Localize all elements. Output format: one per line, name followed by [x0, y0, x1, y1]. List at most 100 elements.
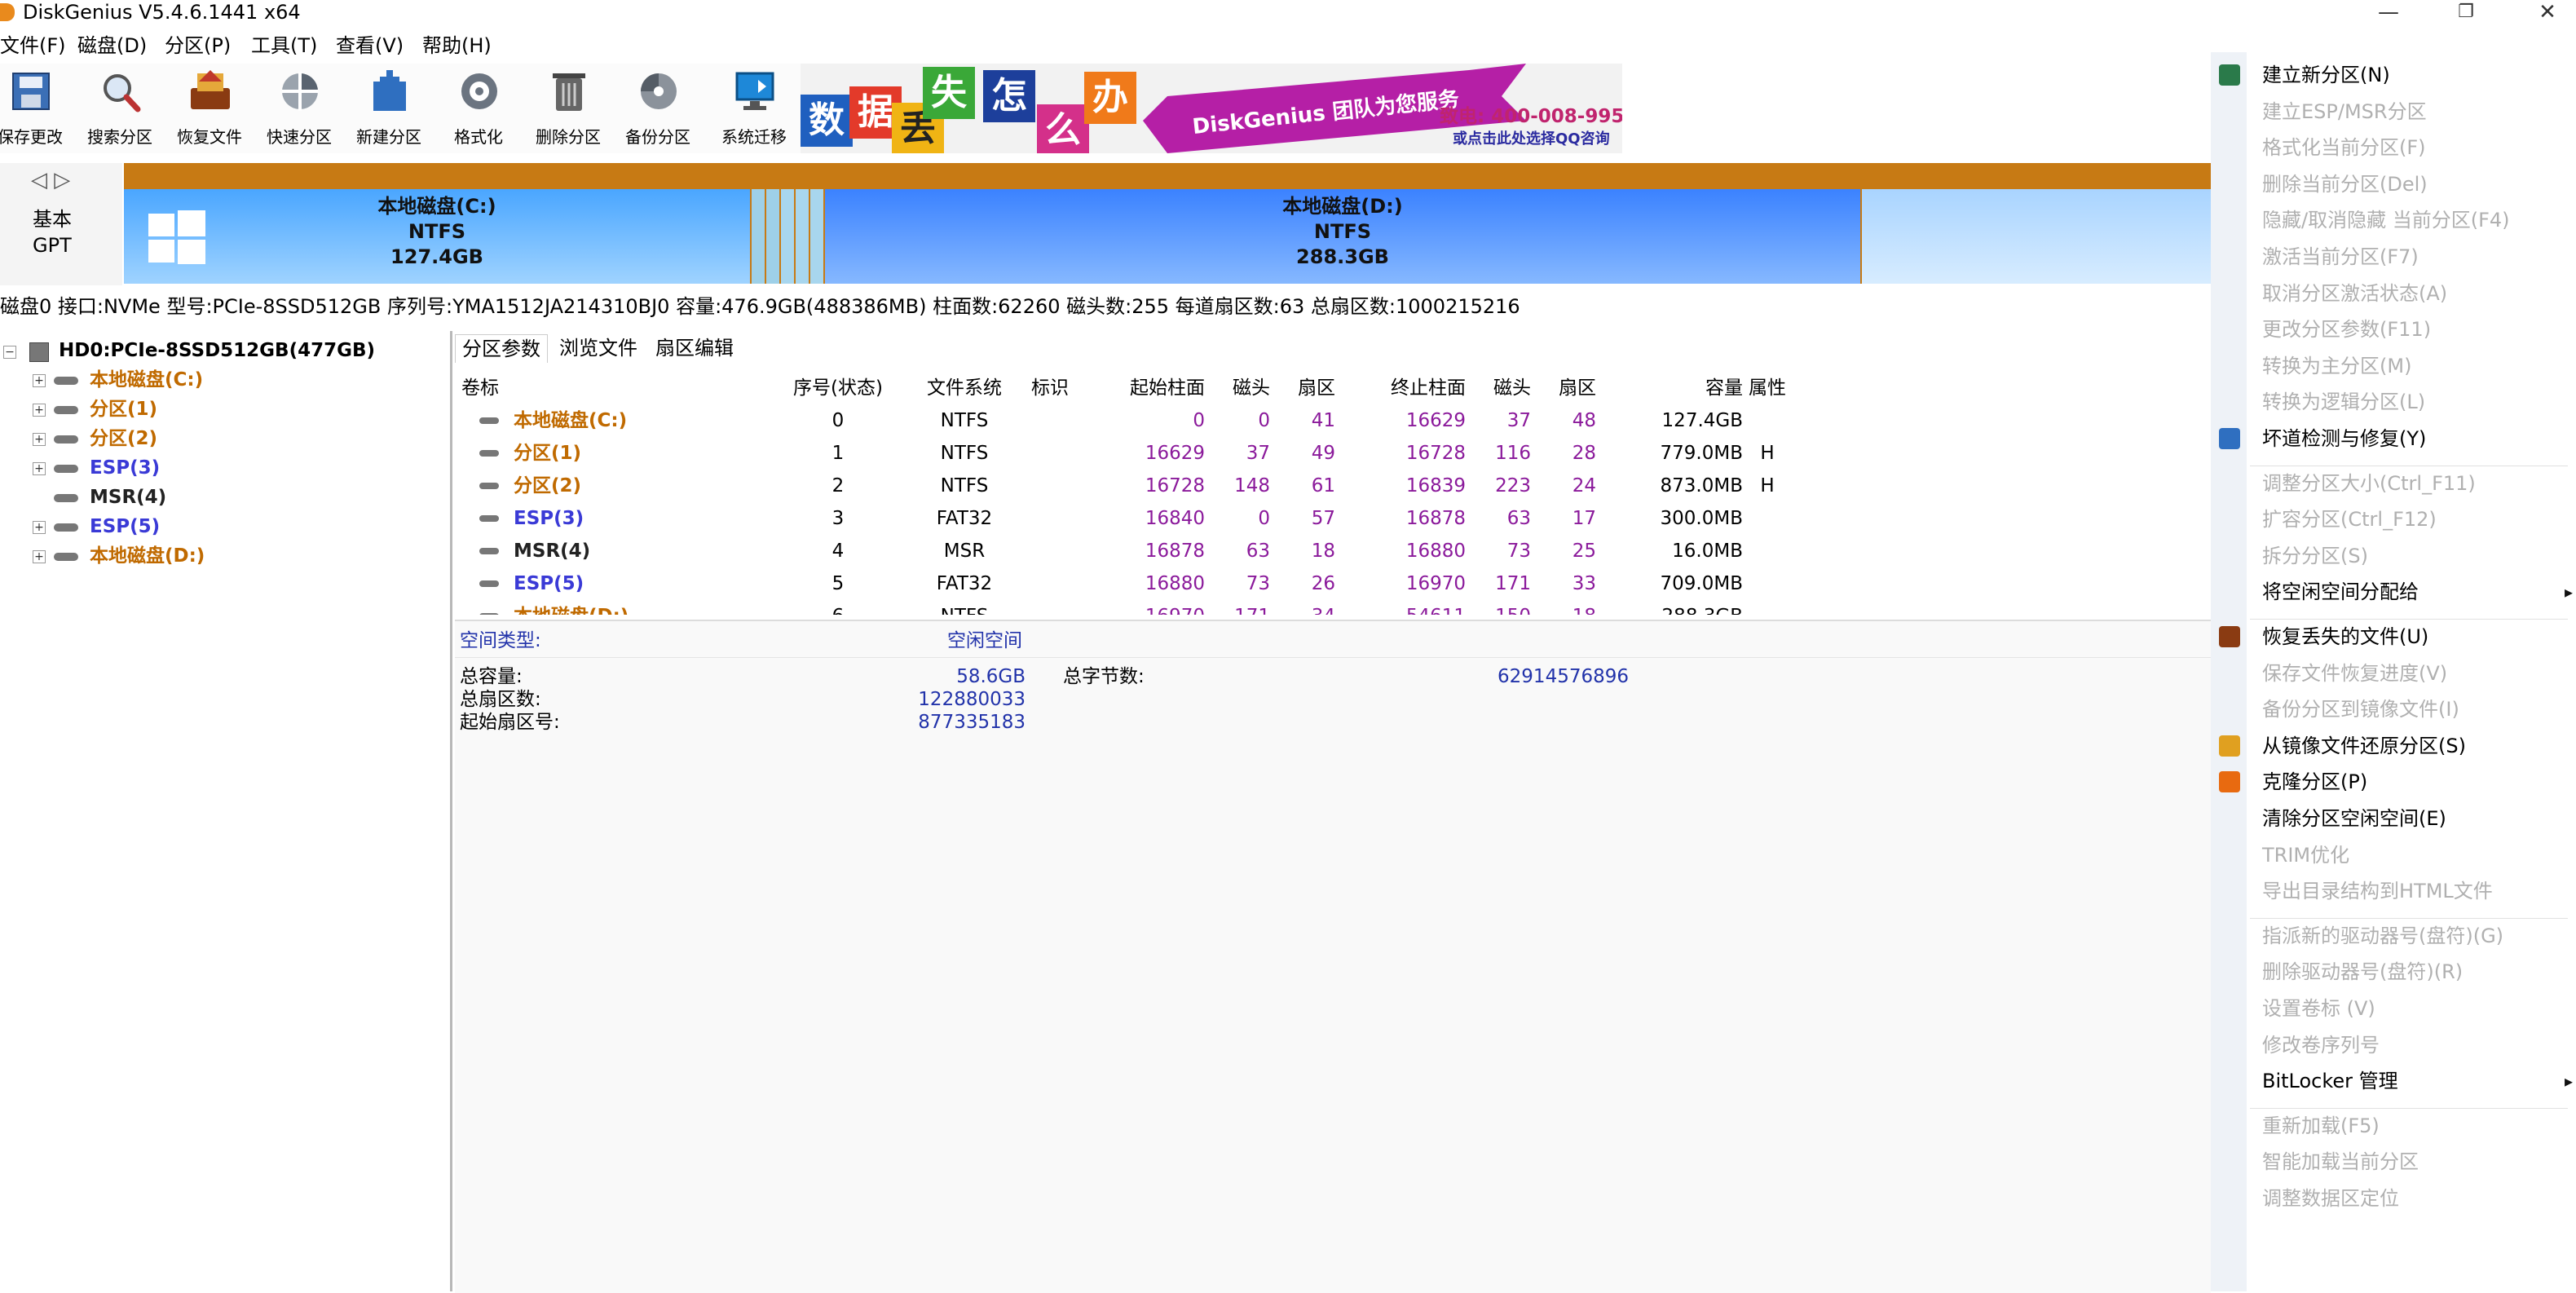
tree-collapse-toggle[interactable]: −	[3, 346, 16, 359]
table-cell: 6	[781, 600, 895, 615]
tree-root-disk[interactable]: HD0:PCIe-8SSD512GB(477GB)	[59, 336, 375, 365]
tree-expand-toggle[interactable]: +	[33, 404, 46, 417]
context-menu-item[interactable]: 重新加载(F5)	[2262, 1113, 2380, 1139]
context-menu-item[interactable]: 激活当前分区(F7)	[2262, 244, 2419, 270]
context-menu-item[interactable]: 调整分区大小(Ctrl_F11)	[2262, 470, 2476, 496]
context-menu-item[interactable]: 克隆分区(P)	[2262, 769, 2367, 795]
tab-partition-params[interactable]: 分区参数	[455, 334, 548, 363]
tree-expand-toggle[interactable]: +	[33, 462, 46, 475]
partition-esp5-block[interactable]	[810, 189, 823, 284]
menu-help[interactable]: 帮助(H)	[422, 31, 492, 60]
monitor-icon	[735, 72, 774, 110]
table-row[interactable]: 分区(1) 1 NTFS 16629 37 49 16728 116 28 779.0MB H	[455, 437, 2211, 470]
table-cell: 16880	[1145, 573, 1205, 594]
context-menu-item[interactable]: 建立ESP/MSR分区	[2262, 99, 2427, 125]
tree-partition-item[interactable]: 本地磁盘(D:)	[90, 541, 205, 571]
table-cell: 150	[1474, 600, 1531, 615]
tab-sector-edit[interactable]: 扇区编辑	[649, 334, 740, 362]
promo-banner[interactable]: 数 据 丢 失 怎 么 办 DiskGenius 团队为您服务 致电: 400-…	[801, 64, 1622, 153]
context-menu-item[interactable]: 修改卷序列号	[2262, 1032, 2380, 1058]
context-menu-item[interactable]: 转换为逻辑分区(L)	[2262, 389, 2425, 415]
menu-disk[interactable]: 磁盘(D)	[77, 31, 147, 60]
tree-partition-item[interactable]: ESP(5)	[90, 512, 160, 541]
tab-browse-files[interactable]: 浏览文件	[553, 334, 644, 362]
partition-drive-icon	[54, 553, 78, 561]
table-cell: 73	[1246, 573, 1270, 594]
context-menu-item[interactable]: 删除当前分区(Del)	[2262, 171, 2428, 197]
disk-info-bar: 磁盘0 接口:NVMe 型号:PCIe-8SSD512GB 序列号:YMA151…	[0, 295, 1520, 318]
context-menu-item[interactable]: 扩容分区(Ctrl_F12)	[2262, 506, 2437, 532]
context-menu-item[interactable]: TRIM优化	[2262, 842, 2349, 868]
table-row[interactable]: ESP(3) 3 FAT32 16840 0 57 16878 63 17 300.0MB	[455, 502, 2211, 535]
table-row[interactable]: 分区(2) 2 NTFS 16728 148 61 16839 223 24 873.0MB H	[455, 470, 2211, 502]
context-menu-item[interactable]: BitLocker 管理	[2262, 1068, 2398, 1094]
restore-button[interactable]: ❐	[2441, 0, 2490, 24]
tree-expand-toggle[interactable]: +	[33, 550, 46, 563]
menu-view[interactable]: 查看(V)	[336, 31, 404, 60]
table-cell: 本地磁盘(C:)	[514, 410, 628, 431]
menu-partition[interactable]: 分区(P)	[165, 31, 231, 60]
context-menu-item[interactable]: 建立新分区(N)	[2262, 62, 2390, 88]
tree-partition-item[interactable]: 分区(1)	[90, 395, 157, 424]
tree-partition-item[interactable]: 本地磁盘(C:)	[90, 365, 203, 395]
context-menu-item[interactable]: 恢复丢失的文件(U)	[2262, 624, 2428, 650]
context-menu-item[interactable]: 更改分区参数(F11)	[2262, 316, 2431, 342]
menu-tools[interactable]: 工具(T)	[251, 31, 317, 60]
table-row[interactable]: 本地磁盘(D:) 6 NTFS 16970 171 34 54611 150 18 288.3GB	[455, 600, 2211, 615]
context-menu-item[interactable]: 拆分分区(S)	[2262, 543, 2368, 569]
tree-expand-toggle[interactable]: +	[33, 521, 46, 534]
minimize-button[interactable]: —	[2364, 0, 2413, 24]
context-menu-item[interactable]: 删除驱动器号(盘符)(R)	[2262, 959, 2463, 985]
context-menu-item[interactable]: 指派新的驱动器号(盘符)(G)	[2262, 923, 2503, 949]
total-bytes-label: 总字节数:	[1063, 666, 1145, 687]
context-menu-item[interactable]: 坏道检测与修复(Y)	[2262, 426, 2426, 452]
partition-2-block[interactable]	[766, 189, 779, 284]
table-cell: MSR	[943, 541, 986, 562]
context-menu-item[interactable]: 清除分区空闲空间(E)	[2262, 805, 2446, 832]
banner-qq: 或点击此处选择QQ咨询	[1453, 130, 1610, 148]
format-button[interactable]: 格式化	[434, 64, 523, 153]
system-migration-button[interactable]: 系统迁移	[709, 64, 799, 153]
table-cell: 16.0MB	[1672, 541, 1743, 562]
tree-partition-item[interactable]: ESP(3)	[90, 453, 160, 483]
context-menu-item[interactable]: 转换为主分区(M)	[2262, 353, 2411, 379]
search-partition-button[interactable]: 搜索分区	[75, 64, 165, 153]
table-row[interactable]: MSR(4) 4 MSR 16878 63 18 16880 73 25 16.0MB	[455, 535, 2211, 567]
table-row[interactable]: ESP(5) 5 FAT32 16880 73 26 16970 171 33 709.0MB	[455, 567, 2211, 600]
partition-esp3-block[interactable]	[781, 189, 794, 284]
context-menu-item[interactable]: 保存文件恢复进度(V)	[2262, 660, 2447, 686]
context-menu-item[interactable]: 隐藏/取消隐藏 当前分区(F4)	[2262, 207, 2510, 233]
tree-partition-item[interactable]: MSR(4)	[90, 483, 166, 512]
context-menu-item[interactable]: 导出目录结构到HTML文件	[2262, 878, 2493, 904]
recover-files-button[interactable]: 恢复文件	[165, 64, 254, 153]
context-menu-item[interactable]: 调整数据区定位	[2262, 1185, 2399, 1211]
free-space-block[interactable]	[1862, 189, 2211, 284]
clone-icon	[2219, 771, 2240, 793]
context-menu-item[interactable]: 将空闲空间分配给	[2262, 579, 2419, 605]
partition-msr4-block[interactable]	[796, 189, 809, 284]
context-menu-item[interactable]: 从镜像文件还原分区(S)	[2262, 733, 2466, 759]
backup-partition-button[interactable]: 备份分区	[613, 64, 703, 153]
context-menu-item[interactable]: 备份分区到镜像文件(I)	[2262, 696, 2459, 722]
context-menu-item[interactable]: 设置卷标 (V)	[2262, 995, 2375, 1022]
partition-d-block[interactable]: 本地磁盘(D:) NTFS 288.3GB	[825, 189, 1860, 284]
tree-partition-item[interactable]: 分区(2)	[90, 424, 157, 453]
table-cell: 41	[1311, 410, 1335, 431]
close-button[interactable]: ✕	[2523, 0, 2572, 24]
partition-c-fs: NTFS	[408, 220, 466, 243]
delete-partition-button[interactable]: 删除分区	[523, 64, 613, 153]
quick-partition-button[interactable]: 快速分区	[254, 64, 344, 153]
tree-expand-toggle[interactable]: +	[33, 374, 46, 387]
tree-expand-toggle[interactable]: +	[33, 433, 46, 446]
save-changes-button[interactable]: 保存更改	[0, 64, 75, 153]
table-row[interactable]: 本地磁盘(C:) 0 NTFS 0 0 41 16629 37 48 127.4GB	[455, 404, 2211, 437]
table-cell: 16728	[1145, 475, 1205, 496]
context-menu-item[interactable]: 格式化当前分区(F)	[2262, 135, 2426, 161]
context-menu-item[interactable]: 取消分区激活状态(A)	[2262, 280, 2447, 307]
new-partition-button[interactable]: 新建分区	[344, 64, 434, 153]
partition-1-block[interactable]	[752, 189, 765, 284]
disk-nav-arrows[interactable]: ◁ ▷	[31, 168, 70, 192]
partition-c-block[interactable]: 本地磁盘(C:) NTFS 127.4GB	[124, 189, 750, 284]
context-menu-item[interactable]: 智能加载当前分区	[2262, 1149, 2419, 1175]
menu-file[interactable]: 文件(F)	[0, 31, 66, 60]
